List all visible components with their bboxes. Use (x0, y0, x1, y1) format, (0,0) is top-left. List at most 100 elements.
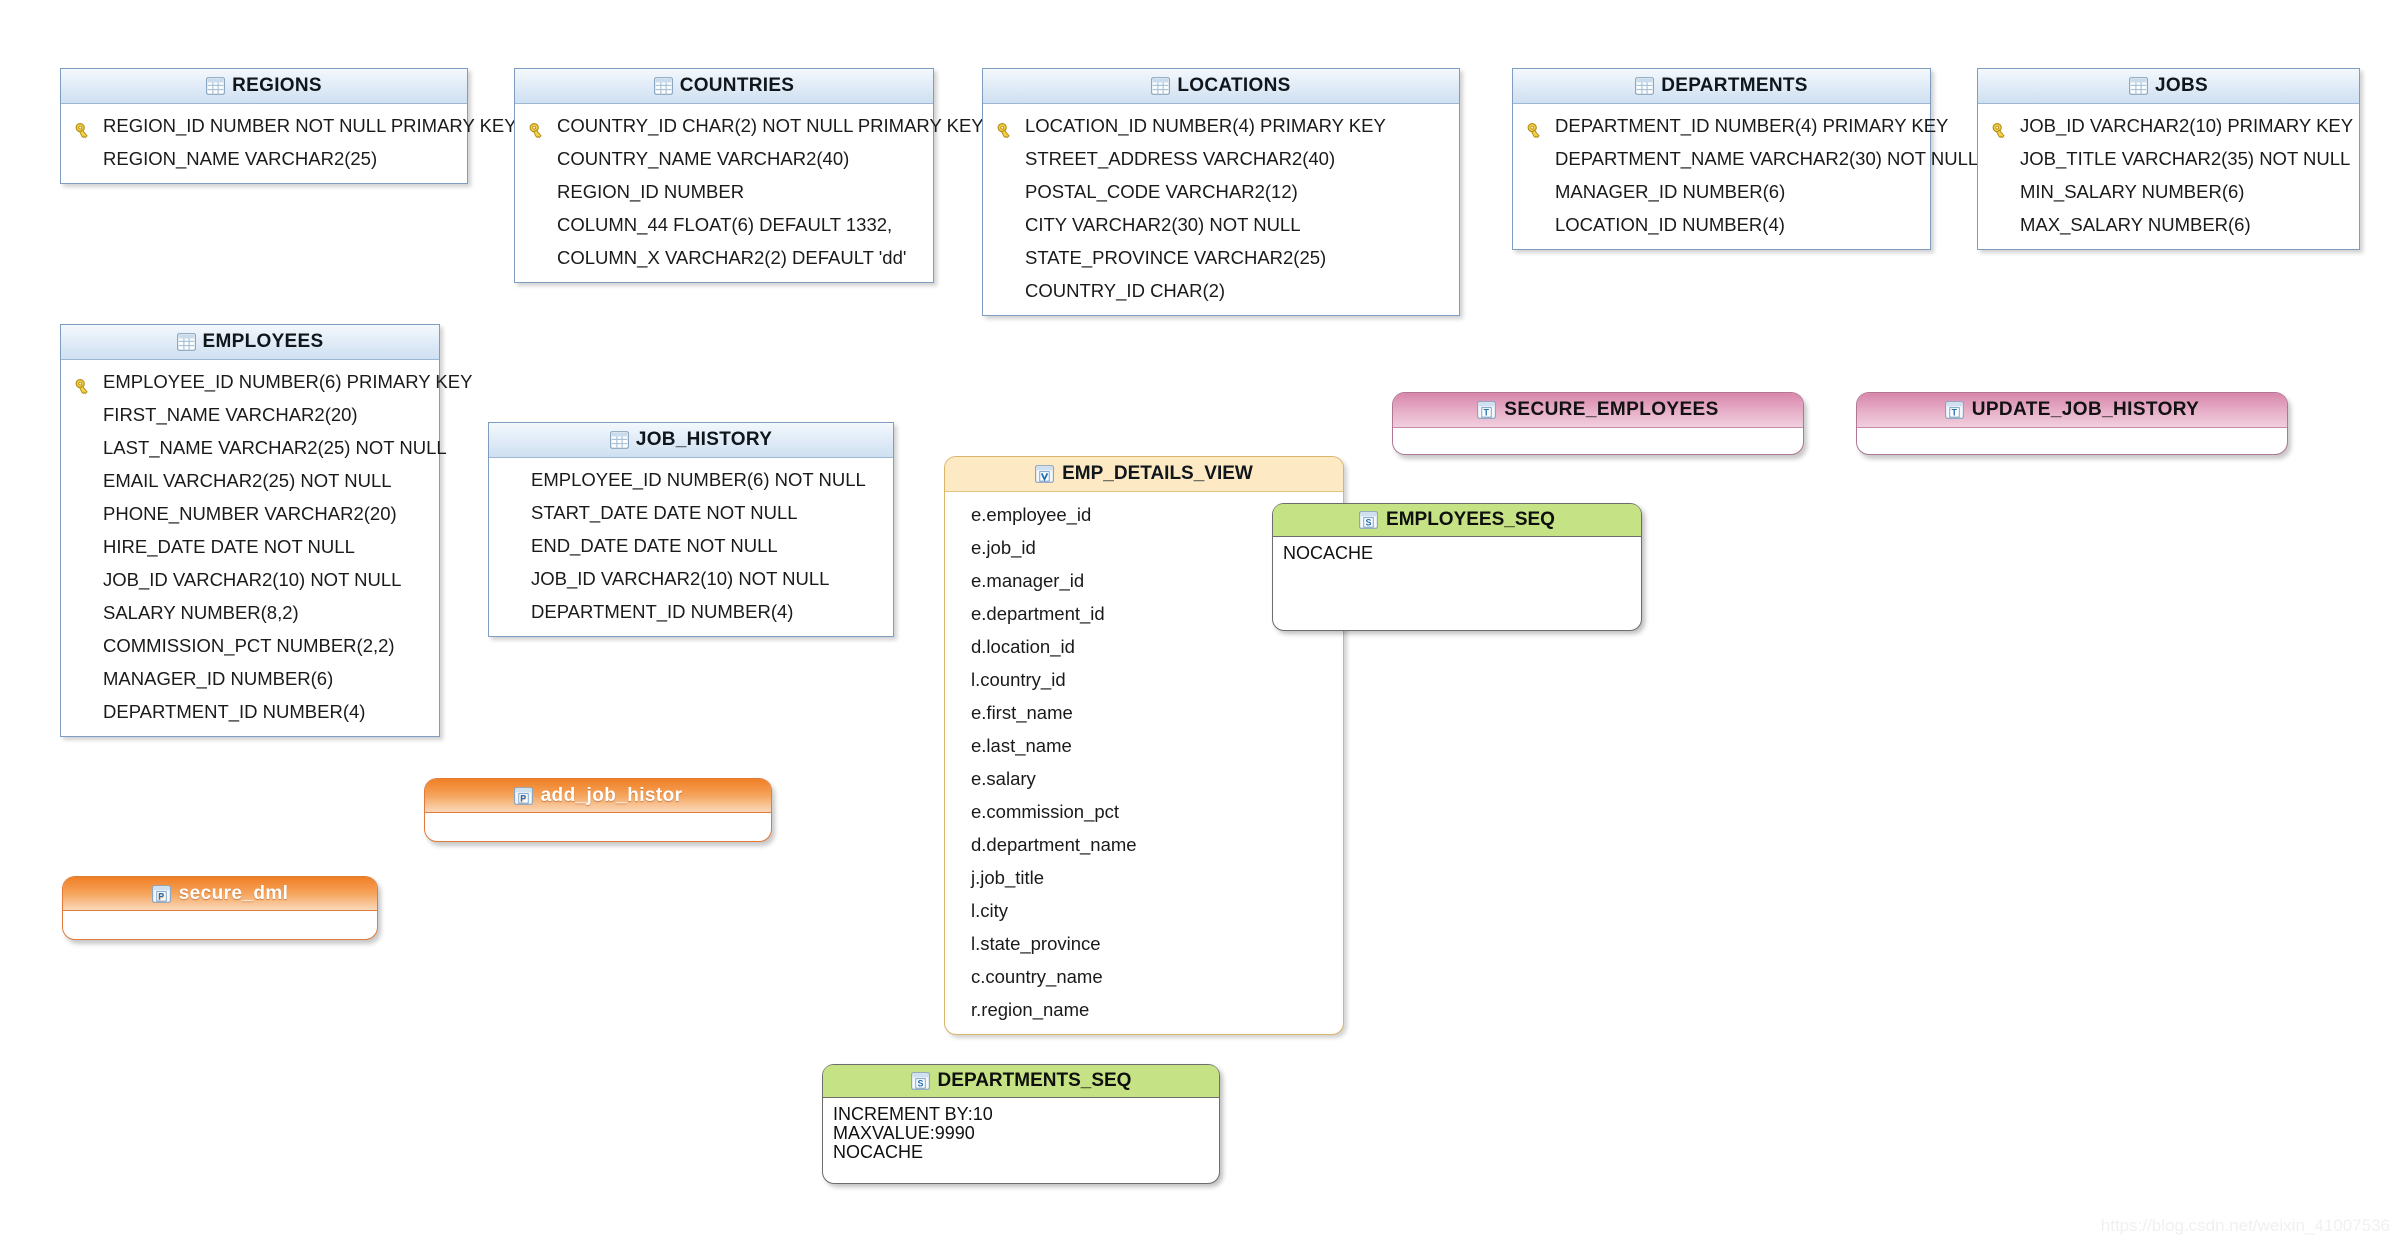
entity-title: UPDATE_JOB_HISTORY (1971, 399, 2200, 420)
entity-header-secure-employees: T SECURE_EMPLOYEES (1393, 393, 1803, 428)
procedure-icon: P (513, 783, 533, 805)
column-row: MANAGER_ID NUMBER(6) (1513, 175, 1930, 208)
column-row: DEPARTMENT_ID NUMBER(4) (489, 595, 893, 628)
entity-header-departments-seq: S DEPARTMENTS_SEQ (823, 1065, 1219, 1098)
column-label: EMPLOYEE_ID NUMBER(6) NOT NULL (531, 469, 866, 490)
entity-columns: COUNTRY_ID CHAR(2) NOT NULL PRIMARY KEY … (515, 104, 984, 282)
entity-add-job-histor[interactable]: P add_job_histor (424, 778, 772, 842)
entity-countries[interactable]: COUNTRIES COUNTRY_ID CHAR(2) NOT NULL PR… (514, 68, 984, 283)
entity-body (1393, 428, 1803, 454)
column-row: COLUMN_44 FLOAT(6) DEFAULT 1332, (515, 208, 933, 241)
column-row: j.job_title (945, 861, 1343, 894)
entity-departments[interactable]: DEPARTMENTS DEPARTMENT_ID NUMBER(4) PRIM… (1512, 68, 1978, 250)
column-row: POSTAL_CODE VARCHAR2(12) (983, 175, 1459, 208)
column-row: REGION_ID NUMBER (515, 175, 933, 208)
svg-text:T: T (1951, 408, 1957, 418)
column-label: r.region_name (971, 999, 1090, 1020)
entity-title: JOB_HISTORY (635, 429, 773, 450)
entity-employees[interactable]: EMPLOYEES EMPLOYEE_ID NUMBER(6) PRIMARY … (60, 324, 472, 737)
entity-columns: EMPLOYEE_ID NUMBER(6) NOT NULL START_DAT… (489, 458, 893, 636)
column-row: l.state_province (945, 927, 1343, 960)
entity-job-history[interactable]: JOB_HISTORY EMPLOYEE_ID NUMBER(6) NOT NU… (488, 422, 894, 637)
entity-columns: EMPLOYEE_ID NUMBER(6) PRIMARY KEY FIRST_… (61, 360, 472, 736)
column-row: EMAIL VARCHAR2(25) NOT NULL (61, 464, 439, 497)
entity-body (1857, 428, 2287, 454)
column-label: DEPARTMENT_ID NUMBER(4) (103, 701, 366, 722)
entity-columns: LOCATION_ID NUMBER(4) PRIMARY KEY STREET… (983, 104, 1459, 315)
column-label: l.country_id (971, 669, 1066, 690)
column-row: START_DATE DATE NOT NULL (489, 496, 893, 529)
entity-departments-seq[interactable]: S DEPARTMENTS_SEQ INCREMENT BY:10 MAXVAL… (822, 1064, 1220, 1184)
column-label: e.employee_id (971, 504, 1092, 525)
sequence-property: MAXVALUE:9990 (833, 1123, 975, 1143)
column-row: REGION_NAME VARCHAR2(25) (61, 142, 467, 175)
column-label: LAST_NAME VARCHAR2(25) NOT NULL (103, 437, 447, 458)
column-label: c.country_name (971, 966, 1103, 987)
column-row: DEPARTMENT_ID NUMBER(4) (61, 695, 439, 728)
watermark-text: https://blog.csdn.net/weixin_41007536 (2100, 1216, 2390, 1235)
entity-jobs[interactable]: JOBS JOB_ID VARCHAR2(10) PRIMARY KEY JOB… (1977, 68, 2360, 250)
column-label: COUNTRY_ID CHAR(2) (1025, 280, 1226, 301)
column-row: e.salary (945, 762, 1343, 795)
column-row: JOB_ID VARCHAR2(10) NOT NULL (61, 563, 439, 596)
column-label: EMPLOYEE_ID NUMBER(6) PRIMARY KEY (103, 371, 473, 392)
column-row: e.last_name (945, 729, 1343, 762)
column-row: COLUMN_X VARCHAR2(2) DEFAULT 'dd' (515, 241, 933, 274)
entity-update-job-history[interactable]: T UPDATE_JOB_HISTORY (1856, 392, 2288, 455)
entity-title: REGIONS (232, 75, 322, 96)
procedure-icon: P (151, 881, 171, 903)
column-label: e.manager_id (971, 570, 1085, 591)
svg-text:T: T (1484, 408, 1490, 418)
entity-title: COUNTRIES (679, 75, 795, 96)
entity-header-update-job-history: T UPDATE_JOB_HISTORY (1857, 393, 2287, 428)
column-row: REGION_ID NUMBER NOT NULL PRIMARY KEY (61, 109, 517, 142)
column-row: LAST_NAME VARCHAR2(25) NOT NULL (61, 431, 447, 464)
column-label: MAX_SALARY NUMBER(6) (2020, 214, 2251, 235)
column-row: d.department_name (945, 828, 1343, 861)
column-row: FIRST_NAME VARCHAR2(20) (61, 398, 439, 431)
column-label: JOB_ID VARCHAR2(10) PRIMARY KEY (2020, 115, 2354, 136)
column-row: SALARY NUMBER(8,2) (61, 596, 439, 629)
column-label: COLUMN_44 FLOAT(6) DEFAULT 1332, (557, 214, 893, 235)
entity-title: SECURE_EMPLOYEES (1504, 399, 1719, 420)
column-row: MAX_SALARY NUMBER(6) (1978, 208, 2359, 241)
column-row: EMPLOYEE_ID NUMBER(6) PRIMARY KEY (61, 365, 472, 398)
column-label: d.location_id (971, 636, 1075, 657)
svg-text:P: P (520, 794, 526, 804)
entity-columns: REGION_ID NUMBER NOT NULL PRIMARY KEY RE… (61, 104, 517, 183)
column-label: FIRST_NAME VARCHAR2(20) (103, 404, 358, 425)
primary-key-icon (74, 117, 92, 139)
column-label: d.department_name (971, 834, 1137, 855)
entity-title: EMPLOYEES (202, 331, 324, 352)
column-row: END_DATE DATE NOT NULL (489, 529, 893, 562)
column-label: JOB_ID VARCHAR2(10) NOT NULL (103, 569, 402, 590)
sequence-property: INCREMENT BY:10 (833, 1104, 993, 1124)
entity-employees-seq[interactable]: S EMPLOYEES_SEQ NOCACHE (1272, 503, 1642, 631)
primary-key-icon (528, 117, 546, 139)
column-label: l.state_province (971, 933, 1101, 954)
entity-header-locations: LOCATIONS (983, 69, 1459, 104)
column-row: COUNTRY_ID CHAR(2) NOT NULL PRIMARY KEY (515, 109, 984, 142)
entity-secure-employees[interactable]: T SECURE_EMPLOYEES (1392, 392, 1804, 455)
entity-secure-dml[interactable]: P secure_dml (62, 876, 378, 940)
entity-columns: JOB_ID VARCHAR2(10) PRIMARY KEY JOB_TITL… (1978, 104, 2359, 249)
entity-body (63, 911, 377, 939)
entity-title: DEPARTMENTS (1661, 75, 1808, 96)
sequence-property: NOCACHE (833, 1142, 924, 1162)
column-row: LOCATION_ID NUMBER(4) PRIMARY KEY (983, 109, 1459, 142)
entity-body (425, 813, 771, 841)
table-icon (176, 329, 196, 351)
entity-regions[interactable]: REGIONS REGION_ID NUMBER NOT NULL PRIMAR… (60, 68, 517, 184)
column-label: STREET_ADDRESS VARCHAR2(40) (1025, 148, 1336, 169)
column-label: e.salary (971, 768, 1036, 789)
entity-header-employees: EMPLOYEES (61, 325, 439, 360)
sequence-property: NOCACHE (1283, 543, 1374, 563)
column-label: PHONE_NUMBER VARCHAR2(20) (103, 503, 397, 524)
entity-header-emp-details-view: EMP_DETAILS_VIEW (945, 457, 1343, 492)
entity-header-countries: COUNTRIES (515, 69, 933, 104)
entity-locations[interactable]: LOCATIONS LOCATION_ID NUMBER(4) PRIMARY … (982, 68, 1460, 316)
entity-title: LOCATIONS (1177, 75, 1291, 96)
column-label: COUNTRY_NAME VARCHAR2(40) (557, 148, 850, 169)
entity-title: JOBS (2155, 75, 2208, 96)
column-row: DEPARTMENT_ID NUMBER(4) PRIMARY KEY (1513, 109, 1948, 142)
